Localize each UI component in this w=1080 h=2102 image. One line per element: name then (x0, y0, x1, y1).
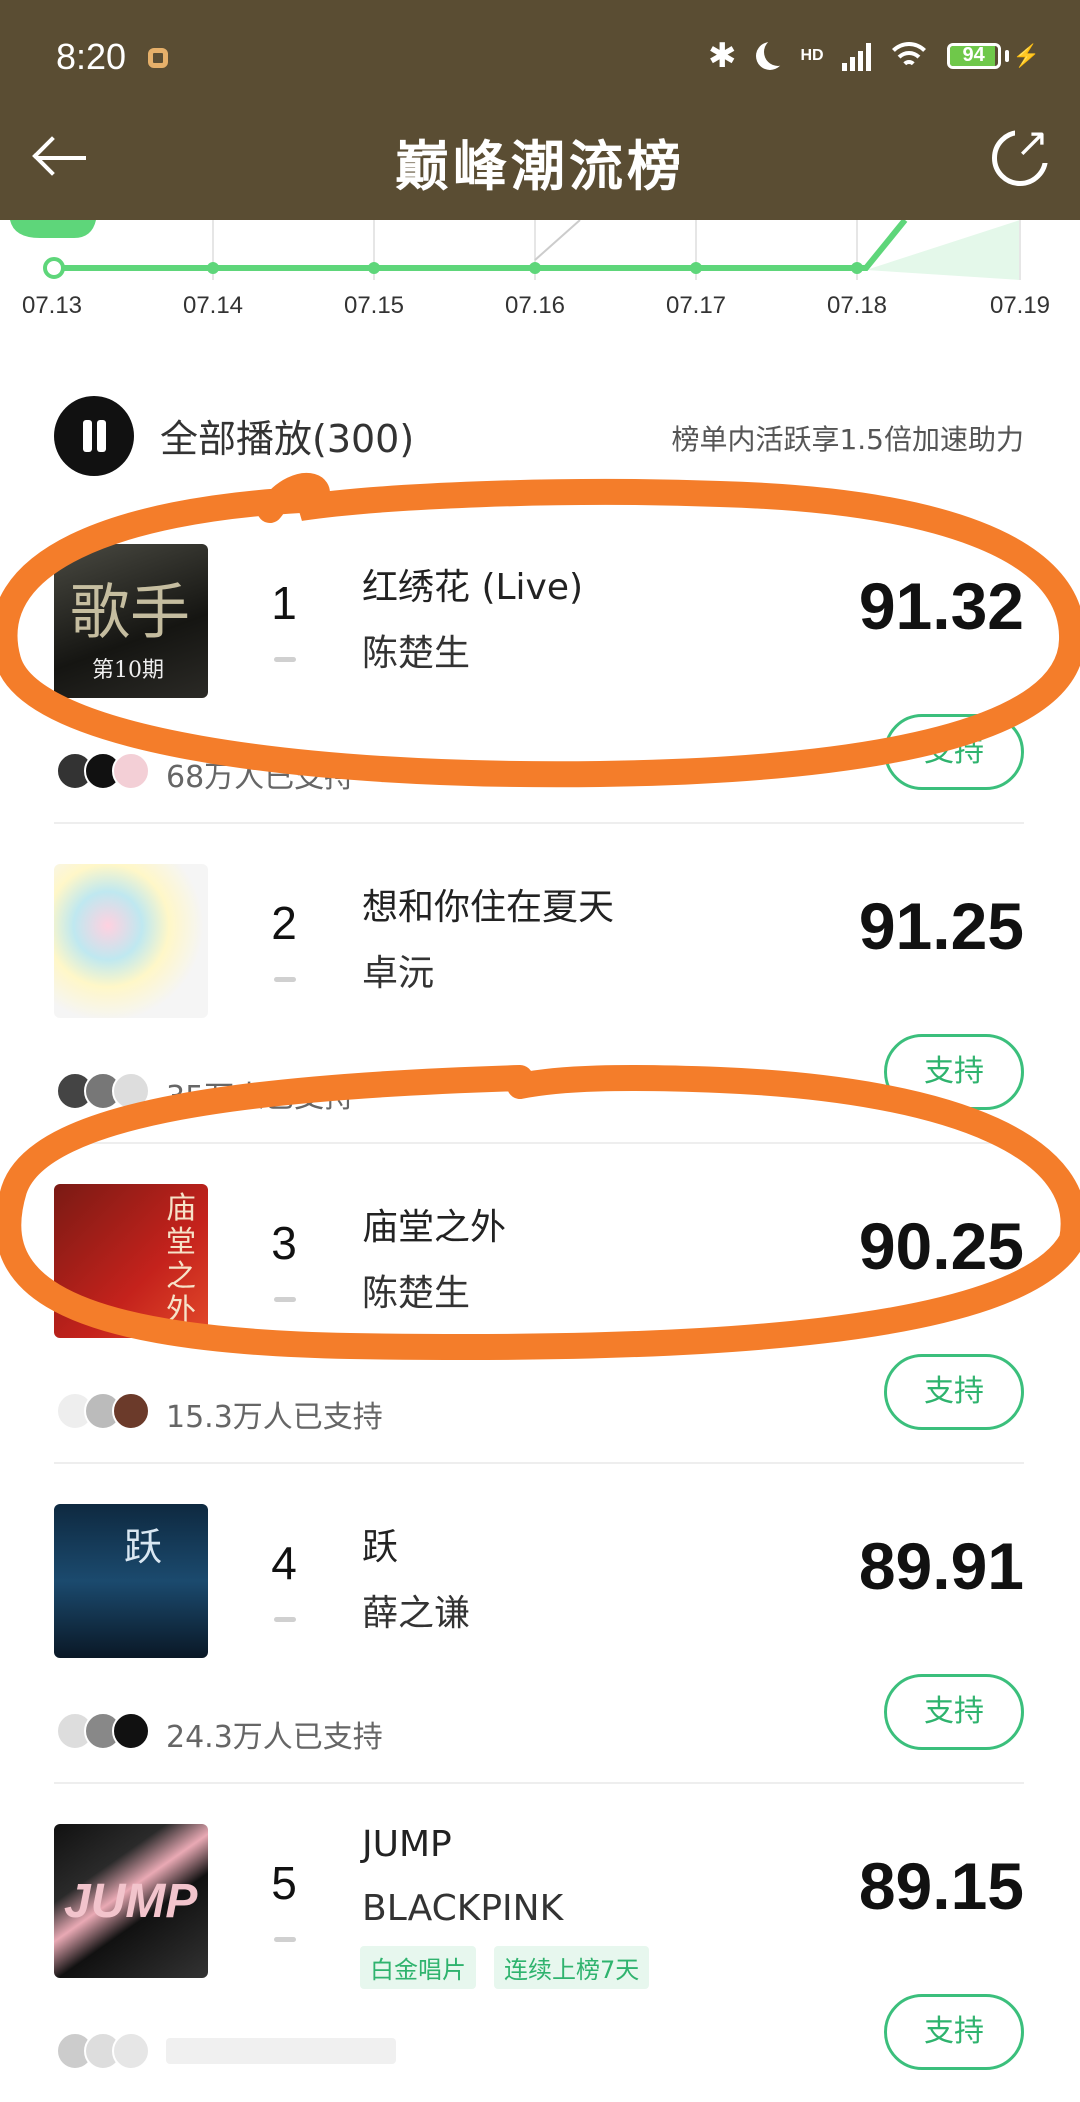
wifi-icon (884, 42, 933, 70)
signal-icon (841, 41, 871, 71)
album-cover: 跃 (54, 1504, 208, 1658)
support-button[interactable]: 支持 (884, 1034, 1024, 1110)
support-button[interactable]: 支持 (884, 1354, 1024, 1430)
tag-badge: 连续上榜7天 (494, 1946, 650, 1989)
trend-bubble (10, 220, 96, 238)
battery-level: 94 (962, 44, 985, 66)
divider (54, 1142, 1024, 1144)
divider (54, 822, 1024, 824)
rank-number: 1 (271, 577, 297, 629)
notification-icon (148, 48, 168, 68)
battery-icon: 94 ⚡ (946, 43, 1040, 69)
song-score: 89.15 (858, 1849, 1024, 1923)
support-button[interactable]: 支持 (884, 1674, 1024, 1750)
charging-icon: ⚡ (1012, 43, 1040, 68)
do-not-disturb-icon (764, 38, 792, 66)
status-time: 8:20 (56, 36, 127, 77)
supporter-avatars (56, 1072, 150, 1110)
supporter-avatars (56, 752, 150, 790)
trend-date: 07.14 (182, 292, 244, 319)
divider (54, 1462, 1024, 1464)
song-score: 90.25 (858, 1209, 1024, 1283)
trend-date: 07.19 (989, 292, 1051, 319)
supporter-avatars (56, 1392, 150, 1430)
artist-name[interactable]: 薛之谦 (362, 1584, 470, 1636)
song-score: 91.32 (858, 569, 1024, 643)
song-title[interactable]: 跃 (362, 1518, 398, 1570)
trend-date: 07.16 (504, 292, 566, 319)
rank-change-icon (274, 1617, 296, 1622)
page-title: 巅峰潮流榜 (395, 135, 685, 198)
rank-change-icon (274, 977, 296, 982)
artist-name[interactable]: 陈楚生 (362, 624, 470, 676)
song-title[interactable]: 想和你住在夏天 (362, 878, 614, 930)
artist-name[interactable]: 陈楚生 (362, 1264, 470, 1316)
album-cover (54, 864, 208, 1018)
song-score: 89.91 (858, 1529, 1024, 1603)
supporter-count: 35万人已支持 (166, 1080, 355, 1115)
rank-change-icon (274, 1937, 296, 1942)
rank-change-icon (274, 1297, 296, 1302)
artist-name[interactable]: BLACKPINK (362, 1888, 563, 1929)
song-title[interactable]: 庙堂之外 (362, 1198, 506, 1250)
album-cover: 歌手 第10期 (54, 544, 208, 698)
supporter-count: 15.3万人已支持 (166, 1400, 383, 1435)
network-badge: HD (800, 47, 824, 64)
trend-date: 07.18 (826, 292, 888, 319)
trend-chart: 07.13 07.14 07.15 07.16 07.17 07.18 07.1… (0, 220, 1080, 330)
song-score: 91.25 (858, 889, 1024, 963)
trend-date: 07.17 (665, 292, 727, 319)
rank-number: 4 (271, 1537, 297, 1589)
trend-date: 07.13 (21, 292, 83, 319)
trend-line-svg (10, 220, 1021, 280)
song-title[interactable]: 红绣花 (Live) (362, 558, 583, 610)
bluetooth-icon: ✱ (707, 37, 737, 75)
pause-button[interactable] (54, 396, 134, 476)
album-cover: JUMP (54, 1824, 208, 1978)
rank-number: 2 (271, 897, 297, 949)
trend-date: 07.15 (343, 292, 405, 319)
supporter-count: 68万人已支持 (166, 760, 355, 795)
tag-badge: 白金唱片 (360, 1946, 476, 1989)
share-icon[interactable] (992, 123, 1049, 186)
play-all-label[interactable]: 全部播放(300) (160, 408, 414, 463)
supporter-count-placeholder (166, 2038, 396, 2064)
support-button[interactable]: 支持 (884, 714, 1024, 790)
rank-number: 3 (271, 1217, 297, 1269)
divider (54, 1782, 1024, 1784)
supporter-avatars (56, 2032, 150, 2070)
artist-name[interactable]: 卓沅 (362, 944, 434, 996)
status-icons: ✱ HD 94 ⚡ (708, 36, 1040, 76)
album-cover: 庙堂之外 (54, 1184, 208, 1338)
top-bar: 8:20 ✱ HD 94 ⚡ 巅峰潮流榜 (0, 0, 1080, 220)
rank-change-icon (274, 657, 296, 662)
song-title[interactable]: JUMP (362, 1824, 452, 1865)
boost-text: 榜单内活跃享1.5倍加速助力 (671, 423, 1024, 456)
supporter-avatars (56, 1712, 150, 1750)
supporter-count: 24.3万人已支持 (166, 1720, 383, 1755)
rank-number: 5 (271, 1857, 297, 1909)
support-button[interactable]: 支持 (884, 1994, 1024, 2070)
